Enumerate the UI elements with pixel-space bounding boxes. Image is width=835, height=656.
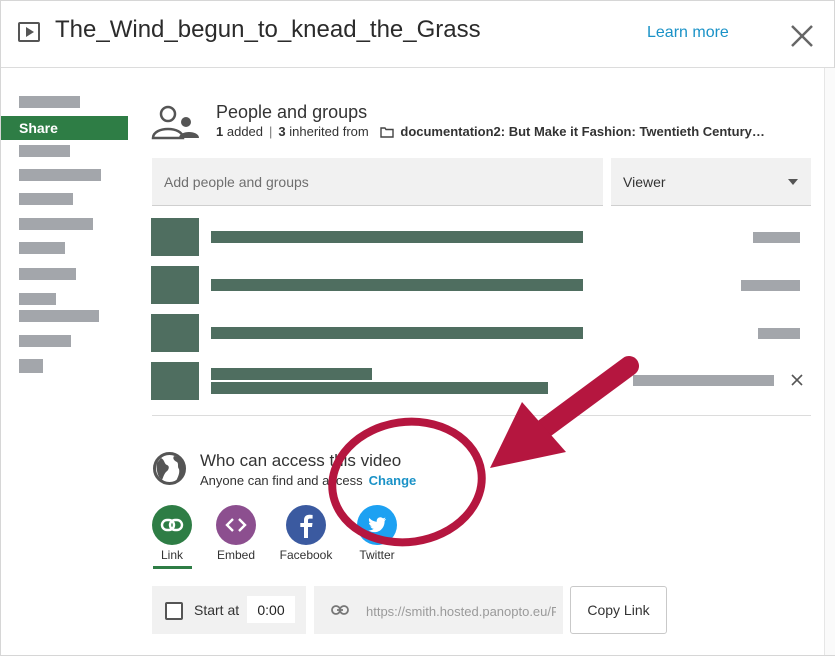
- separator: |: [269, 124, 273, 139]
- share-embed-button[interactable]: Embed: [206, 505, 266, 571]
- share-url-input[interactable]: [364, 598, 558, 624]
- share-label: Embed: [216, 548, 256, 562]
- avatar: [151, 266, 199, 304]
- access-level-text: Anyone can find and access: [200, 473, 363, 488]
- role-dropdown[interactable]: [633, 375, 774, 386]
- active-tab-indicator: [153, 566, 192, 569]
- start-at-label: Start at: [194, 602, 240, 618]
- twitter-bird-icon: [368, 517, 386, 533]
- start-at-checkbox[interactable]: [165, 602, 183, 620]
- share-facebook-button[interactable]: Facebook: [276, 505, 336, 571]
- share-dialog: The_Wind_begun_to_knead_the_Grass Learn …: [0, 0, 835, 656]
- role-dropdown[interactable]: [758, 328, 800, 339]
- sidebar-item[interactable]: [19, 335, 71, 347]
- list-item: [151, 362, 811, 400]
- share-label: Twitter: [359, 548, 395, 562]
- access-summary: Anyone can find and access Change: [200, 473, 416, 488]
- video-play-icon: [18, 22, 40, 42]
- role-dropdown[interactable]: [753, 232, 800, 243]
- added-label: added: [226, 124, 264, 139]
- folder-name[interactable]: documentation2: But Make it Fashion: Twe…: [400, 124, 765, 139]
- link-icon: [331, 605, 349, 615]
- sidebar-item[interactable]: [19, 268, 76, 280]
- share-link-button[interactable]: Link: [142, 505, 202, 571]
- folder-icon: [380, 127, 395, 138]
- redacted-name: [211, 279, 583, 291]
- sidebar-item[interactable]: [19, 310, 99, 322]
- people-icon: [151, 105, 199, 140]
- redacted-name: [211, 231, 583, 243]
- sidebar-item[interactable]: [19, 218, 93, 230]
- add-people-input[interactable]: [152, 158, 603, 206]
- sidebar-item[interactable]: [19, 193, 73, 205]
- twitter-circle: [357, 505, 397, 545]
- embed-circle: [216, 505, 256, 545]
- sidebar-item-share[interactable]: Share: [1, 116, 128, 140]
- inherited-label: inherited from: [289, 124, 369, 139]
- remove-icon[interactable]: [789, 372, 805, 388]
- sidebar-item[interactable]: [19, 169, 101, 181]
- chevron-down-icon: [788, 179, 798, 185]
- copy-link-button[interactable]: Copy Link: [570, 586, 667, 634]
- added-count: 1: [216, 124, 224, 139]
- close-icon[interactable]: [789, 23, 815, 49]
- role-select[interactable]: Viewer: [611, 158, 811, 206]
- sidebar-item[interactable]: [19, 359, 43, 373]
- dialog-header: The_Wind_begun_to_knead_the_Grass Learn …: [1, 1, 834, 68]
- list-item: [151, 266, 811, 304]
- list-item: [151, 314, 811, 352]
- page-title: The_Wind_begun_to_knead_the_Grass: [55, 16, 481, 43]
- start-time-input[interactable]: [247, 596, 295, 623]
- section-title-people: People and groups: [216, 102, 368, 122]
- sidebar-item[interactable]: [19, 96, 80, 108]
- share-label: Facebook: [279, 548, 333, 562]
- inherited-count: 3: [278, 124, 286, 139]
- change-access-link[interactable]: Change: [369, 473, 417, 488]
- people-summary: 1 added | 3 inherited from documentation2:…: [216, 124, 816, 139]
- scrollbar[interactable]: [824, 68, 835, 655]
- access-title: Who can access this video: [200, 451, 402, 470]
- redacted-name: [211, 327, 583, 339]
- sidebar-item[interactable]: [19, 293, 56, 305]
- start-at-control: Start at: [152, 586, 306, 634]
- facebook-circle: [286, 505, 326, 545]
- avatar: [151, 314, 199, 352]
- role-dropdown[interactable]: [741, 280, 800, 291]
- facebook-icon: [300, 514, 313, 538]
- link-circle: [152, 505, 192, 545]
- list-item: [151, 218, 811, 256]
- sidebar-item[interactable]: [19, 242, 65, 254]
- learn-more-link[interactable]: Learn more: [647, 24, 729, 42]
- role-select-value: Viewer: [623, 174, 666, 190]
- avatar: [151, 362, 199, 400]
- code-icon: [225, 518, 247, 532]
- redacted-name: [211, 368, 372, 380]
- globe-icon: [153, 452, 186, 485]
- avatar: [151, 218, 199, 256]
- sidebar-item[interactable]: [19, 145, 70, 157]
- link-icon: [160, 518, 184, 532]
- divider: [152, 415, 811, 416]
- share-twitter-button[interactable]: Twitter: [347, 505, 407, 571]
- share-label: Link: [160, 548, 183, 562]
- share-link-field: [314, 586, 563, 634]
- redacted-email: [211, 382, 548, 394]
